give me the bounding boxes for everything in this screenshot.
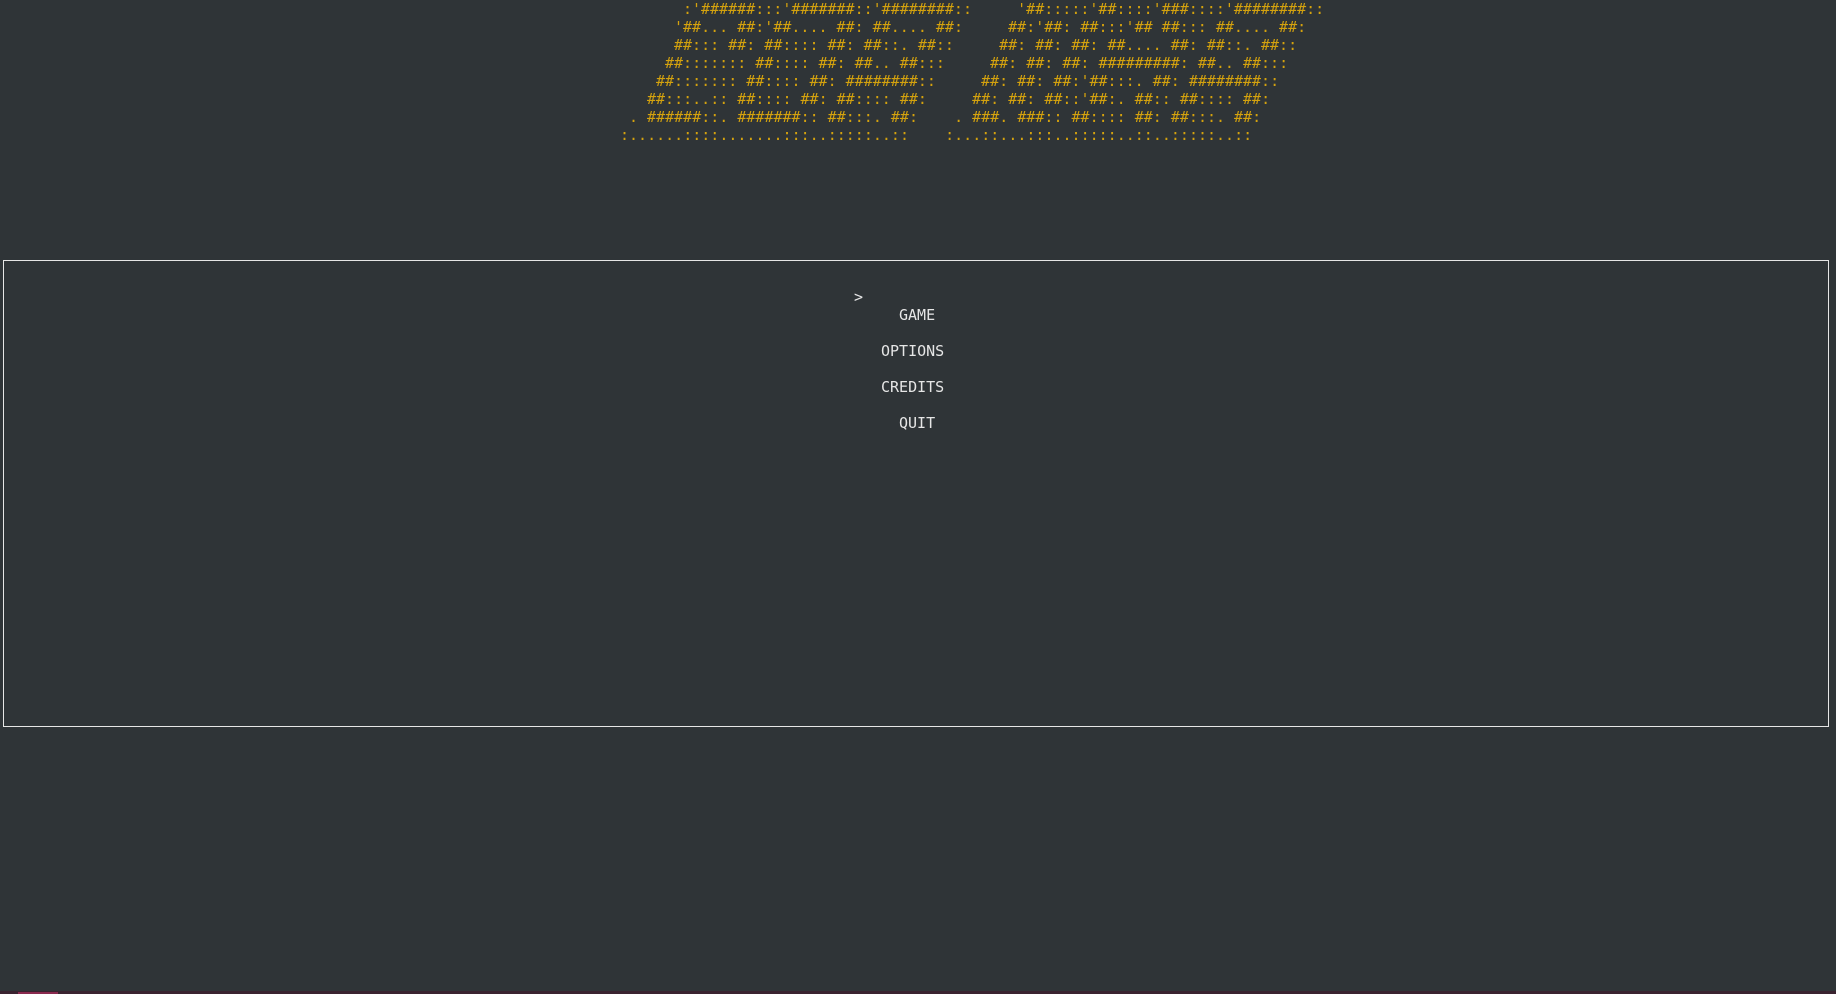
banner-line-7: . ######::. #######:: ##:::. ##: . ###. … xyxy=(629,108,1262,126)
menu-item-game[interactable]: GAME xyxy=(0,288,1836,324)
menu-item-quit-label: QUIT xyxy=(899,414,936,432)
menu-item-quit[interactable]: QUIT xyxy=(0,396,1836,432)
banner-line-1: :'######:::'#######::'########:: '##::::… xyxy=(683,0,1325,18)
banner-line-4: ##::::::: ##:::: ##: ##.. ##::: ##: ##: … xyxy=(665,54,1289,72)
menu-item-options-label: OPTIONS xyxy=(881,342,945,360)
menu-item-options[interactable]: OPTIONS xyxy=(0,324,1836,360)
banner-line-5: ##::::::: ##:::: ##: ########:: ##: ##: … xyxy=(656,72,1280,90)
menu-item-credits[interactable]: CREDITS xyxy=(0,360,1836,396)
menu-item-game-label: GAME xyxy=(899,306,936,324)
banner-line-2: '##... ##:'##.... ##: ##.... ##: ##:'##:… xyxy=(674,18,1307,36)
banner-line-3: ##::: ##: ##:::: ##: ##::. ##:: ##: ##: … xyxy=(674,36,1298,54)
title-banner: :'######:::'#######::'########:: '##::::… xyxy=(0,0,1836,150)
banner-line-6: ##:::..:: ##:::: ##: ##:::: ##: ##: ##: … xyxy=(647,90,1271,108)
menu-item-credits-label: CREDITS xyxy=(881,378,945,396)
banner-line-8: :......::::.......:::..:::::..:: :...::.… xyxy=(620,126,1253,144)
